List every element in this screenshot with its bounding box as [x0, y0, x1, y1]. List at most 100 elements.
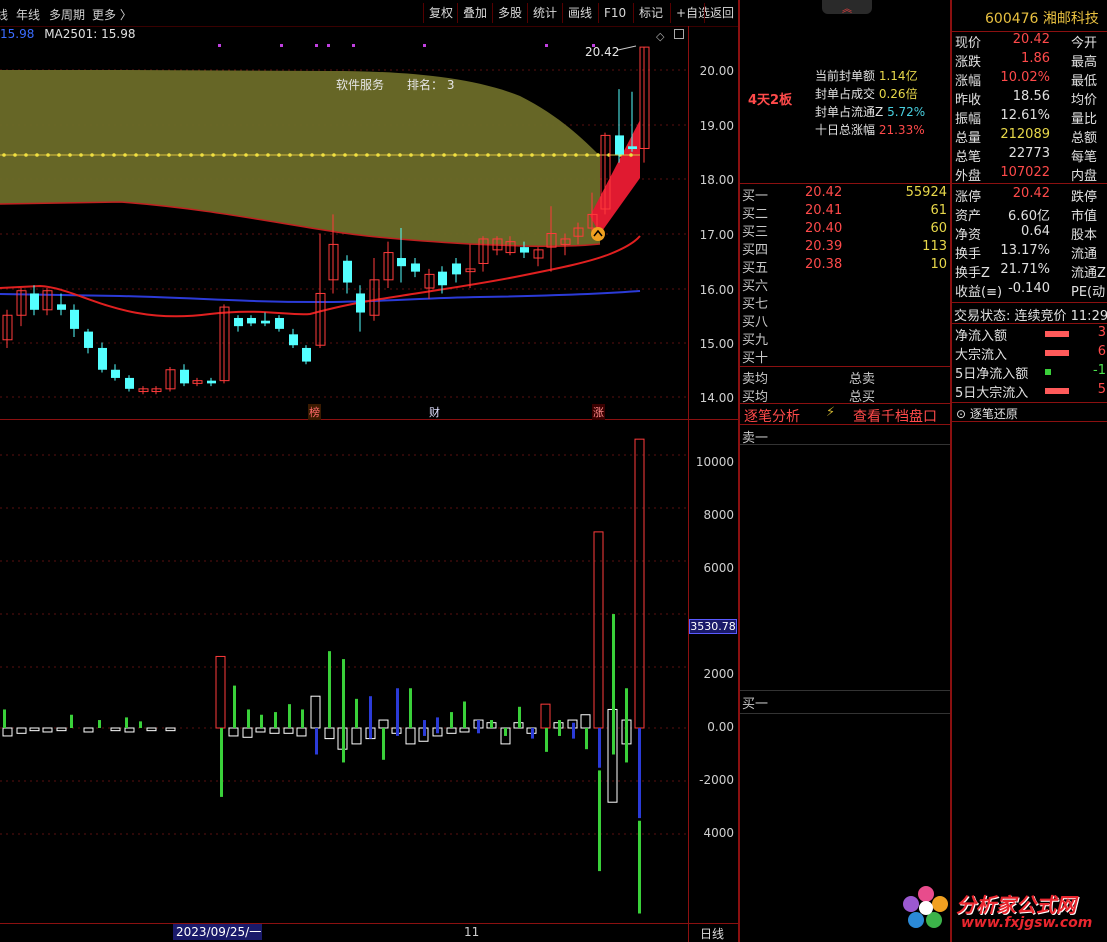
buy-one-label: 买一	[742, 697, 769, 712]
flow-row: 净流入额 3	[953, 325, 1107, 344]
flow-box	[29, 727, 40, 732]
flow-bar	[477, 720, 480, 734]
flow-box	[310, 695, 321, 729]
back-button[interactable]: 返回	[704, 3, 739, 23]
signal-circle-icon	[591, 227, 605, 241]
quote-row: 振幅 12.61% 量比	[953, 108, 1107, 127]
bid-row[interactable]: 买十	[740, 347, 951, 366]
flow-bar	[612, 614, 615, 755]
draw-line-button[interactable]: 画线	[562, 3, 597, 23]
price-tick: 14.00	[699, 391, 734, 405]
flow-box	[255, 727, 266, 733]
flow-box	[42, 727, 53, 733]
watermark-logo	[900, 882, 952, 934]
bid-row[interactable]: 买七	[740, 293, 951, 312]
quote-value: 18.56	[1012, 89, 1050, 104]
quote-label: 总笔	[955, 150, 982, 165]
reference-dot	[563, 153, 567, 157]
quote-label: 换手Z	[955, 266, 990, 281]
signal-mark	[315, 44, 318, 47]
bid-volume: 10	[930, 257, 947, 272]
tick-restore-toggle[interactable]: ⊙ 逐笔还原	[956, 405, 1018, 422]
reference-dot	[222, 153, 226, 157]
quote-right-label: 总额	[1071, 131, 1098, 146]
bid-row[interactable]: 买二 20.41 61	[740, 203, 951, 222]
candle-body-down	[411, 263, 420, 272]
quote-right-label: 流通Z	[1071, 266, 1106, 281]
flow-bar	[423, 720, 426, 736]
tick-analysis-tab[interactable]: 逐笔分析	[744, 406, 800, 426]
reference-dot	[475, 153, 479, 157]
f10-button[interactable]: F10	[598, 3, 631, 23]
reference-dot	[530, 153, 534, 157]
bid-row[interactable]: 买五 20.38 10	[740, 257, 951, 276]
flow-bar	[1045, 388, 1069, 394]
month-label: 11	[464, 925, 480, 939]
signal-mark	[545, 44, 548, 47]
statistics-button[interactable]: 统计	[527, 3, 562, 23]
reference-dot	[178, 153, 182, 157]
multi-stock-button[interactable]: 多股	[492, 3, 527, 23]
quote-value: 212089	[1000, 127, 1050, 142]
marker-bang[interactable]: 榜	[308, 404, 321, 420]
collapse-icon[interactable]: ︽	[822, 0, 872, 15]
reference-dot	[156, 153, 160, 157]
price-axis-border	[688, 26, 689, 942]
quote-right-label: 最低	[1071, 74, 1098, 89]
flow-box	[56, 727, 67, 732]
overlay-button[interactable]: 叠加	[457, 3, 492, 23]
period-label[interactable]: 日线	[700, 925, 724, 942]
flow-bar	[490, 720, 493, 728]
toolbar-item-year-line[interactable]: 年线	[16, 6, 40, 23]
depth-book-tab[interactable]: 查看千档盘口	[853, 406, 937, 426]
signal-mark	[352, 44, 355, 47]
candle-body-down	[343, 260, 352, 283]
bid-price: 20.41	[805, 203, 843, 218]
flow-box	[242, 727, 253, 738]
reference-dot	[123, 153, 127, 157]
bid-row[interactable]: 买四 20.39 113	[740, 239, 951, 258]
bid-level-label: 买七	[742, 297, 769, 312]
quote-right-label: 市值	[1071, 209, 1098, 224]
bid-row[interactable]: 买一 20.42 55924	[740, 185, 951, 204]
quote-value: 0.64	[1021, 224, 1050, 239]
reference-dot	[13, 153, 17, 157]
limit-stat-value: 5.72%	[887, 105, 926, 119]
flow-tick: 6000	[703, 561, 734, 575]
toolbar-item-multi-period[interactable]: 多周期	[49, 6, 85, 23]
candle-body-down	[615, 135, 624, 155]
quote-label: 外盘	[955, 169, 982, 184]
reference-dot	[321, 153, 325, 157]
divider	[740, 690, 951, 691]
quote-row: 涨幅 10.02% 最低	[953, 70, 1107, 89]
reference-dot	[596, 153, 600, 157]
bid-row[interactable]: 买八	[740, 311, 951, 330]
quote-value: 6.60亿	[1008, 209, 1050, 224]
quote-value: 22773	[1008, 146, 1050, 161]
reference-dot	[574, 153, 578, 157]
reference-dot	[629, 153, 633, 157]
mark-button[interactable]: 标记	[633, 3, 668, 23]
price-tick: 20.00	[699, 64, 734, 78]
flow-bar	[247, 709, 250, 728]
flower-icon	[903, 886, 948, 928]
quote-value: 107022	[1000, 165, 1050, 180]
trade-status: 交易状态: 连续竞价 11:29	[954, 309, 1107, 324]
bid-row[interactable]: 买三 20.40 60	[740, 221, 951, 240]
lightning-icon[interactable]: ⚡	[826, 405, 835, 420]
restore-rights-button[interactable]: 复权	[423, 3, 458, 23]
flow-bar	[1045, 331, 1069, 337]
chevron-down-icon: ⊙	[956, 407, 967, 421]
marker-zhang[interactable]: 涨	[592, 404, 605, 420]
bid-row[interactable]: 买六	[740, 275, 951, 294]
flow-box	[146, 727, 157, 732]
flow-bar	[315, 728, 318, 755]
toolbar-item-more[interactable]: 更多 〉	[92, 6, 132, 23]
bid-row[interactable]: 买九	[740, 329, 951, 348]
toolbar-item-line[interactable]: 线	[0, 6, 8, 23]
reference-dot	[90, 153, 94, 157]
signal-mark	[423, 44, 426, 47]
stock-code-name[interactable]: 600476 湘邮科技	[985, 8, 1099, 28]
marker-cai[interactable]: 财	[429, 404, 440, 420]
bid-volume: 55924	[905, 185, 947, 200]
